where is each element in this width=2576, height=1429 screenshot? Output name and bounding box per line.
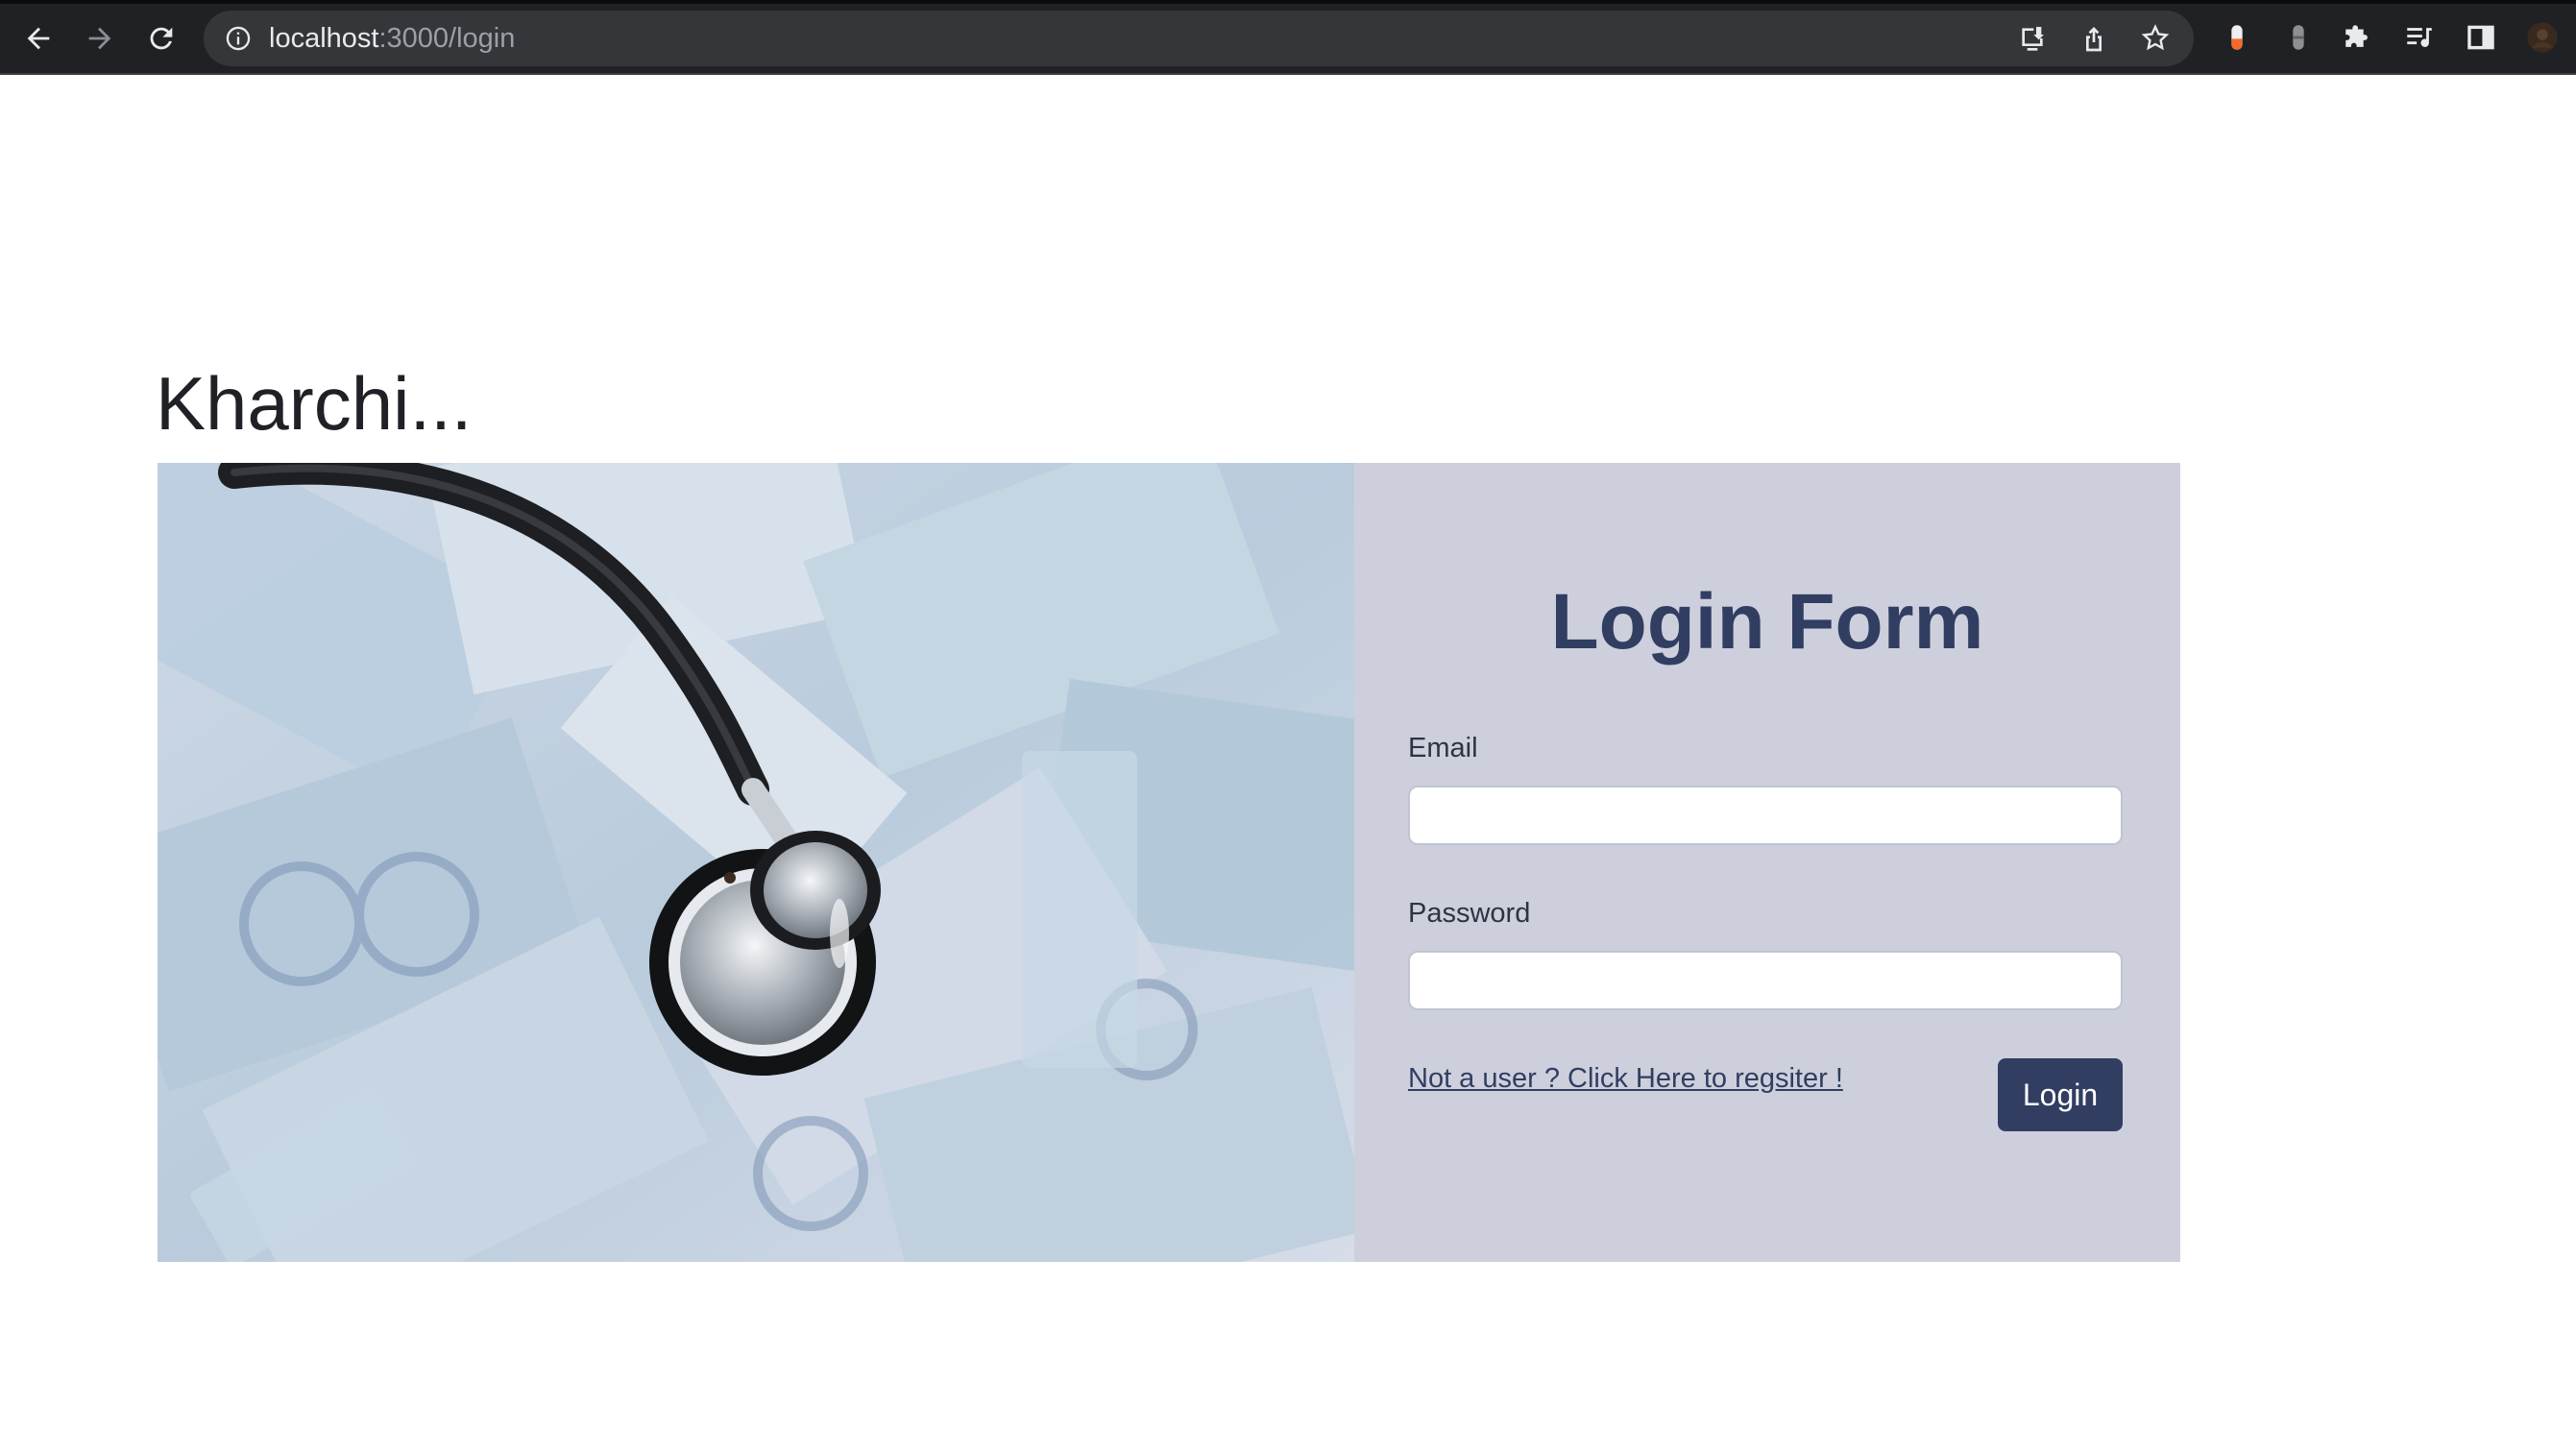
extension-button-1[interactable]: [2219, 19, 2255, 56]
email-field[interactable]: [1408, 786, 2123, 845]
side-panel-icon: [2467, 25, 2494, 50]
password-field[interactable]: [1408, 951, 2123, 1010]
tab-strip-edge: [0, 0, 2576, 4]
login-form-panel: Login Form: [1354, 463, 2180, 1262]
extensions-menu-button[interactable]: [2340, 19, 2376, 56]
bookmark-button[interactable]: [2140, 23, 2173, 56]
password-label: Password: [1408, 898, 1531, 929]
media-queue-icon: [2407, 28, 2432, 47]
star-icon: [2141, 24, 2170, 51]
share-button[interactable]: [2078, 23, 2111, 56]
back-button[interactable]: [21, 21, 56, 56]
side-panel-button[interactable]: [2463, 19, 2499, 56]
info-icon[interactable]: [225, 25, 252, 52]
profile-button[interactable]: [2524, 19, 2561, 56]
install-app-button[interactable]: [2017, 23, 2050, 56]
arrow-left-icon: [27, 27, 50, 50]
stethoscope-banknotes-image: [158, 463, 1354, 1262]
extension-capsule-grey-icon: [2293, 25, 2304, 50]
login-card: Login Form: [158, 463, 2180, 1262]
email-label: Email: [1408, 733, 1478, 763]
puzzle-icon: [2345, 25, 2368, 47]
share-icon: [2086, 27, 2102, 52]
reload-icon: [150, 27, 173, 50]
hero-photo: [158, 463, 1354, 1262]
forward-button[interactable]: [83, 21, 117, 56]
extension-button-2[interactable]: [2280, 19, 2317, 56]
login-button[interactable]: Login: [1998, 1058, 2123, 1131]
reading-list-button[interactable]: [2401, 19, 2438, 56]
url-path: :3000/login: [378, 23, 516, 54]
arrow-right-icon: [88, 27, 111, 50]
url-host: localhost: [269, 23, 379, 54]
reload-button[interactable]: [144, 21, 179, 56]
browser-toolbar: localhost:3000/login: [0, 0, 2576, 75]
url-text[interactable]: localhost:3000/login: [269, 22, 515, 55]
avatar: [2527, 22, 2558, 53]
form-title: Login Form: [1550, 578, 1984, 666]
brand-title: Kharchi...: [156, 361, 473, 446]
extension-capsule-icon: [2231, 25, 2243, 50]
register-link[interactable]: Not a user ? Click Here to regsiter !: [1408, 1062, 1843, 1095]
install-icon: [2022, 27, 2044, 51]
address-bar[interactable]: localhost:3000/login: [204, 11, 2194, 66]
